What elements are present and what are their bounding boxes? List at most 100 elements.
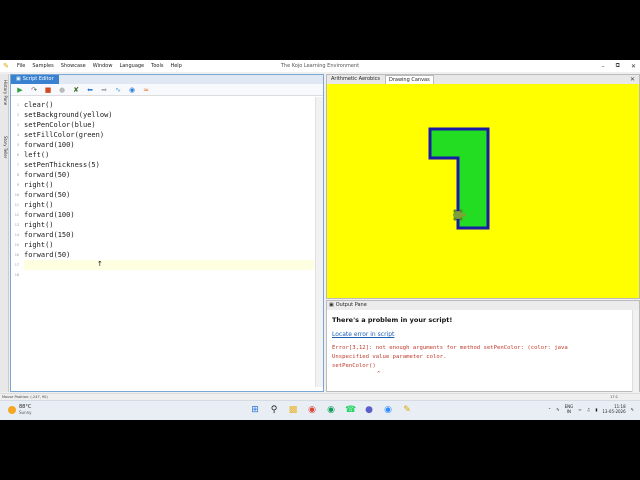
kojo-taskbar-icon[interactable]: ✎	[402, 405, 412, 415]
code-line: clear()	[24, 101, 54, 109]
line-number: 15	[14, 243, 19, 247]
undo-icon[interactable]: ⬅	[86, 86, 94, 94]
windows-start-icon[interactable]: ⊞	[250, 405, 260, 415]
line-number-gutter: 1 2 3 4 5 6 7 8 9 10 11 12 13 14 15 16 1…	[11, 100, 21, 280]
canvas-close-icon[interactable]: ✕	[630, 75, 635, 84]
menu-tools[interactable]: Tools	[151, 63, 163, 69]
code-line: forward(50)	[24, 191, 71, 199]
tab-arithmetic-aerobics[interactable]: Arithmetic Aerobics	[328, 75, 383, 84]
search-icon[interactable]: ⚲	[269, 405, 279, 415]
pen-icon[interactable]: ✎	[556, 407, 559, 412]
chrome-profile-icon[interactable]: ◉	[326, 405, 336, 415]
history-pane-tab[interactable]: History Pane	[1, 80, 8, 105]
menu-file[interactable]: File	[17, 63, 25, 69]
menu-showcase[interactable]: Showcase	[61, 63, 86, 69]
stop-icon[interactable]: ■	[44, 86, 52, 94]
status-bar: Mouse Position: (-247, 90) 17:1	[0, 393, 640, 400]
redo-icon[interactable]: ➡	[100, 86, 108, 94]
code-line: right()	[24, 201, 54, 209]
drawing-canvas[interactable]	[327, 84, 639, 298]
line-number: 16	[14, 253, 19, 257]
script-editor-panel: ▣ Script Editor ▶ ↷ ■ ● ✘ ⬅ ➡ ∿ ◉ ≈ 1 2 …	[10, 74, 324, 392]
maximize-button[interactable]: ⧉	[616, 62, 620, 70]
system-tray: ⌃ ✎ ENG IN ≈ ♫ ▮ 11:18 13-05-2026 ✎	[548, 404, 634, 414]
clock-date: 13-05-2026	[602, 409, 626, 414]
editor-tab-label: Script Editor	[22, 76, 54, 82]
notification-icon[interactable]: ✎	[631, 407, 634, 412]
line-number: 9	[16, 183, 19, 187]
code-line: right()	[24, 241, 54, 249]
left-side-tabs: History Pane Story Teller	[0, 74, 9, 392]
line-number: 2	[16, 113, 19, 117]
language-indicator[interactable]: ENG IN	[565, 404, 574, 414]
taskbar-apps: ⊞ ⚲ ▩ ◉ ◉ ☎ ● ◉ ✎	[250, 405, 412, 415]
run-icon[interactable]: ▶	[16, 86, 24, 94]
file-explorer-icon[interactable]: ▩	[288, 405, 298, 415]
tray-expand-icon[interactable]: ⌃	[548, 407, 551, 412]
locate-error-link[interactable]: Locate error in script	[332, 331, 394, 338]
windows-taskbar: 88°C Sunny ⊞ ⚲ ▩ ◉ ◉ ☎ ● ◉ ✎ ⌃ ✎ ENG IN …	[0, 400, 640, 420]
format-icon[interactable]: ✘	[72, 86, 80, 94]
wifi-icon[interactable]: ≈	[578, 407, 581, 412]
speaker-icon[interactable]: ♫	[587, 407, 591, 412]
story-teller-tab[interactable]: Story Teller	[1, 136, 8, 158]
code-line: setPenColor(blue)	[24, 121, 96, 129]
line-number: 4	[16, 133, 19, 137]
code-line: setPenThickness(5)	[24, 161, 100, 169]
line-number: 1	[16, 103, 19, 107]
canvas-tab-row: Arithmetic Aerobics Drawing Canvas	[327, 75, 639, 84]
editor-scrollbar[interactable]	[315, 97, 323, 387]
code-line: forward(50)	[24, 171, 71, 179]
clear-output-icon[interactable]: ●	[58, 86, 66, 94]
line-number: 12	[14, 213, 19, 217]
close-button[interactable]: ✕	[631, 63, 636, 70]
whatsapp-icon[interactable]: ☎	[345, 405, 356, 415]
upload-icon[interactable]: ◉	[128, 86, 136, 94]
weather-widget[interactable]: 88°C Sunny	[8, 404, 32, 415]
code-line: forward(50)	[24, 251, 71, 259]
editor-tab-row: ▣ Script Editor	[11, 75, 323, 84]
mouse-cursor-icon: ↑	[97, 260, 103, 268]
teams-icon[interactable]: ●	[364, 405, 374, 415]
line-number: 18	[14, 273, 19, 277]
tab-drawing-canvas[interactable]: Drawing Canvas	[384, 75, 434, 84]
battery-icon[interactable]: ▮	[595, 407, 597, 412]
kojo-app-icon: ✎	[3, 62, 9, 70]
title-bar: ✎ File Samples Showcase Window Language …	[0, 60, 640, 72]
current-code-line	[24, 260, 314, 270]
system-clock[interactable]: 11:18 13-05-2026	[602, 404, 625, 414]
line-number: 7	[16, 163, 19, 167]
script-editor-tab[interactable]: ▣ Script Editor	[11, 75, 59, 84]
code-line: setFillColor(green)	[24, 131, 105, 139]
output-pane: ▣ Output Pane There's a problem in your …	[326, 300, 640, 392]
menu-samples[interactable]: Samples	[32, 63, 53, 69]
line-number: 6	[16, 153, 19, 157]
chrome-icon[interactable]: ◉	[307, 405, 317, 415]
zoom-icon[interactable]: ∿	[114, 86, 122, 94]
error-caret: ^	[377, 371, 381, 377]
code-line: setBackground(yellow)	[24, 111, 113, 119]
kojo-window: ✎ File Samples Showcase Window Language …	[0, 60, 640, 420]
code-line: right()	[24, 221, 54, 229]
menu-window[interactable]: Window	[93, 63, 113, 69]
code-editor[interactable]: 1 2 3 4 5 6 7 8 9 10 11 12 13 14 15 16 1…	[11, 97, 315, 387]
menu-language[interactable]: Language	[119, 63, 144, 69]
error-message-line: Unspecified value parameter color.	[332, 354, 447, 360]
code-line: right()	[24, 181, 54, 189]
line-number: 3	[16, 123, 19, 127]
code-line: forward(100)	[24, 211, 75, 219]
output-scrollbar[interactable]	[632, 310, 639, 392]
help-icon[interactable]: ≈	[142, 86, 150, 94]
minimize-button[interactable]: –	[602, 63, 605, 70]
menu-help[interactable]: Help	[170, 63, 181, 69]
error-heading: There's a problem in your script!	[332, 316, 453, 324]
weather-condition: Sunny	[19, 410, 32, 415]
output-pane-header: ▣ Output Pane	[327, 301, 639, 310]
line-number: 17	[14, 263, 19, 267]
sun-icon	[8, 405, 16, 414]
line-number: 11	[14, 203, 19, 207]
trace-icon[interactable]: ↷	[30, 86, 38, 94]
zoom-app-icon[interactable]: ◉	[383, 405, 393, 415]
line-number: 5	[16, 143, 19, 147]
